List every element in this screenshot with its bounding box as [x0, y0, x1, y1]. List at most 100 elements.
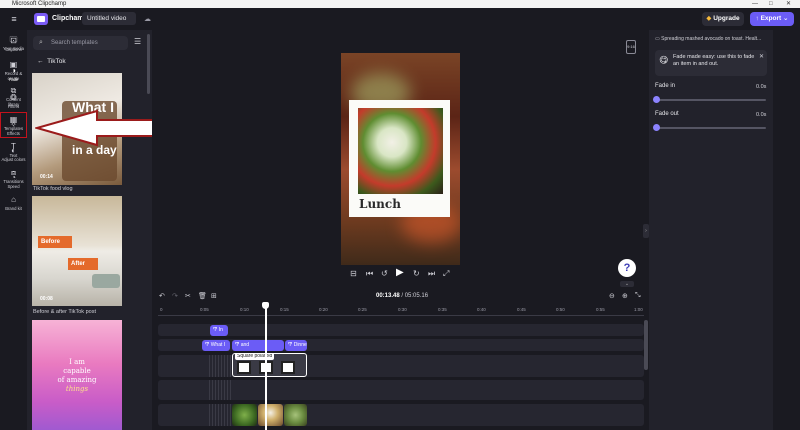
emoji-icon: 😋: [659, 55, 669, 65]
text-clip[interactable]: Ͳ What I: [202, 340, 230, 351]
duration-badge: 00:14: [40, 174, 53, 180]
text-clip[interactable]: Ͳ In: [210, 325, 228, 336]
template-name: TikTok food vlog: [33, 186, 73, 192]
slider-knob[interactable]: [653, 96, 660, 103]
effects-icon: ✧: [10, 120, 17, 129]
captions-icon: ⊡: [10, 36, 17, 45]
ruler-tick: 0:25: [358, 307, 367, 312]
playhead[interactable]: [265, 305, 267, 430]
search-icon: ⌕: [39, 39, 43, 46]
export-button[interactable]: ↑ Export ⌄: [750, 12, 794, 26]
brand-kit-icon: ⌂: [11, 195, 16, 204]
template-card[interactable]: Before After 00:08: [32, 196, 122, 306]
selected-clip-title: ▭ Spreading mashed avocado on toast. Hea…: [655, 36, 762, 42]
ruler-tick: 0:10: [240, 307, 249, 312]
zoom-in-icon[interactable]: ⊕: [622, 292, 628, 300]
skip-forward-icon[interactable]: ⏭: [428, 269, 435, 279]
play-icon[interactable]: ▶: [396, 267, 404, 278]
template-name: Before & after TikTok post: [33, 309, 96, 315]
rail-effects[interactable]: ✧ Effects: [0, 120, 27, 136]
transition-stripes: [209, 355, 231, 377]
ruler-tick: 0:40: [477, 307, 486, 312]
slider-knob[interactable]: [653, 124, 660, 131]
forward-5-icon[interactable]: ↻: [413, 269, 420, 278]
text-clip[interactable]: Ͳ Dinne: [285, 340, 307, 351]
ruler-tick: 0:45: [517, 307, 526, 312]
after-label: After: [68, 258, 98, 270]
before-label: Before: [38, 236, 72, 248]
undo-icon[interactable]: ↶: [159, 292, 165, 300]
speed-icon: ◔: [11, 173, 16, 182]
transition-stripes: [209, 404, 231, 426]
add-media-icon[interactable]: ⊞: [211, 292, 217, 300]
ruler-tick: 0:50: [556, 307, 565, 312]
upgrade-button[interactable]: ◆ Upgrade: [702, 12, 744, 26]
ruler-tick: 0:55: [596, 307, 605, 312]
aspect-ratio-button[interactable]: 9:16: [626, 40, 636, 54]
fade-out-value: 0.0s: [756, 112, 767, 118]
close-window-button[interactable]: ✕: [786, 0, 791, 8]
redo-icon[interactable]: ↷: [172, 292, 178, 300]
properties-panel: [649, 30, 773, 430]
rail-filters[interactable]: ❂ Filters: [0, 93, 27, 109]
fade-in-value: 0.0s: [756, 84, 767, 90]
split-icon[interactable]: ✂: [185, 292, 191, 300]
ruler-tick: 0: [160, 307, 163, 312]
collapse-timeline-button[interactable]: ⌄: [620, 281, 634, 287]
fade-icon: ◑: [11, 66, 16, 75]
filters-icon: ❂: [10, 93, 17, 102]
fit-timeline-icon[interactable]: ⤡: [635, 292, 641, 300]
cloud-off-icon: ☁: [144, 15, 151, 23]
filter-icon[interactable]: ☰: [134, 37, 141, 46]
search-templates-input[interactable]: ⌕ Search templates: [33, 36, 128, 50]
tip-text: Fade made easy: use this to fade an item…: [673, 54, 755, 67]
video-clip-thumbnail[interactable]: [258, 404, 283, 426]
polaroid-thumb: [281, 361, 295, 374]
ruler-tick: 0:20: [319, 307, 328, 312]
rewind-5-icon[interactable]: ↺: [381, 269, 388, 278]
nav-brand-kit[interactable]: ⌂ Brand kit: [0, 195, 27, 211]
text-clip[interactable]: Ͳ and: [232, 340, 284, 351]
right-rail: [773, 30, 800, 430]
ruler-tick: 1:00: [634, 307, 643, 312]
window-title: Microsoft Clipchamp: [12, 1, 67, 7]
delete-icon[interactable]: 🗑: [198, 292, 207, 300]
fullscreen-icon[interactable]: ⤢: [443, 269, 449, 279]
clip-label: Square polaroid: [235, 353, 275, 360]
fade-out-slider[interactable]: [653, 124, 766, 131]
rail-adjust-colors[interactable]: ◐ Adjust colors: [0, 146, 27, 162]
help-button[interactable]: ?: [618, 259, 636, 277]
window-titlebar: Microsoft Clipchamp — □ ✕: [0, 0, 800, 8]
close-tip-icon[interactable]: ✕: [759, 53, 764, 60]
ruler-tick: 0:15: [280, 307, 289, 312]
rail-captions[interactable]: ⊡ Captions: [0, 36, 27, 52]
fade-tip: 😋 Fade made easy: use this to fade an it…: [655, 50, 767, 76]
fade-in-slider[interactable]: [653, 96, 766, 103]
transition-stripes: [209, 380, 231, 400]
minimize-button[interactable]: —: [752, 0, 758, 8]
sofa-image: [92, 274, 120, 288]
video-clip-thumbnail[interactable]: [284, 404, 307, 426]
project-title-input[interactable]: Untitled video: [82, 12, 136, 25]
ruler-tick: 0:35: [438, 307, 447, 312]
video-clip-thumbnail[interactable]: [232, 404, 257, 426]
skip-back-icon[interactable]: ⏮: [366, 269, 373, 279]
element-clip[interactable]: Square polaroid: [232, 353, 307, 377]
captions-toggle-icon[interactable]: ⊟: [350, 269, 357, 278]
rail-fade[interactable]: ◑ Fade: [0, 66, 27, 82]
rail-speed[interactable]: ◔ Speed: [0, 173, 27, 189]
hamburger-menu-icon[interactable]: ≡: [8, 14, 20, 24]
timeline-track: [158, 324, 644, 336]
salad-photo: [358, 108, 443, 194]
panel-scrollbar[interactable]: [147, 34, 150, 94]
quote-text: I am capable of amazing things: [57, 358, 97, 393]
zoom-out-icon[interactable]: ⊖: [609, 292, 615, 300]
timeline-track: [158, 339, 644, 351]
maximize-button[interactable]: □: [769, 0, 773, 8]
polaroid-caption: Lunch: [359, 197, 401, 211]
back-arrow-icon: ←: [37, 58, 48, 65]
fade-out-label: Fade out: [655, 111, 679, 117]
breadcrumb[interactable]: ← TikTok: [37, 58, 66, 65]
timeline-scrollbar[interactable]: [644, 320, 648, 370]
template-card[interactable]: I am capable of amazing things: [32, 320, 122, 430]
